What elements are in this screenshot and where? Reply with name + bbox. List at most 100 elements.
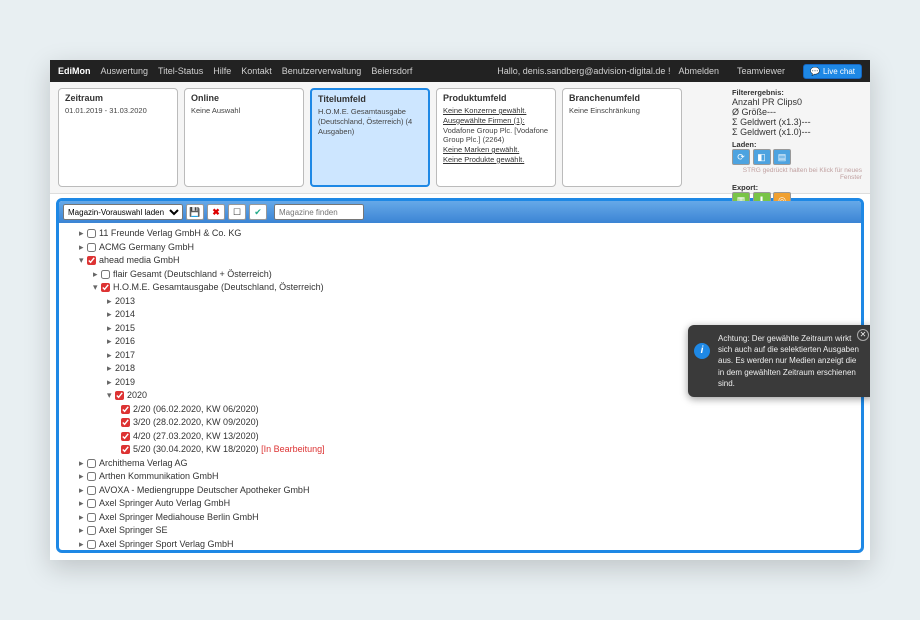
add-icon[interactable]: ✔ — [249, 204, 267, 220]
expand-closed-icon[interactable]: ▸ — [107, 376, 115, 390]
expand-closed-icon[interactable]: ▸ — [93, 268, 101, 282]
tree-checkbox[interactable] — [121, 432, 130, 441]
tree-year[interactable]: ▾ 2020 2/20 (06.02.2020, KW 06/2020)3/20 (… — [107, 389, 855, 457]
tree-checkbox[interactable] — [87, 243, 96, 252]
stat-0-label: Anzahl PR Clips — [732, 97, 797, 107]
preset-select[interactable]: Magazin-Vorauswahl laden — [63, 204, 183, 220]
tree-issue[interactable]: 4/20 (27.03.2020, KW 13/2020) — [121, 430, 855, 444]
tree-publisher[interactable]: ▸ Axel Springer SE — [79, 524, 855, 538]
expand-closed-icon[interactable]: ▸ — [107, 322, 115, 336]
tree-label: Axel Springer SE — [99, 525, 168, 535]
tree-magazine[interactable]: ▸ flair Gesamt (Deutschland + Österreich) — [93, 268, 855, 282]
expand-closed-icon[interactable]: ▸ — [107, 308, 115, 322]
tree-checkbox[interactable] — [87, 526, 96, 535]
prod-line-0[interactable]: Keine Konzerne gewählt. — [443, 106, 526, 115]
logout-link[interactable]: Abmelden — [678, 66, 719, 76]
nav-auswertung[interactable]: Auswertung — [101, 66, 149, 76]
tree-checkbox[interactable] — [121, 418, 130, 427]
filter-branchenumfeld[interactable]: Branchenumfeld Keine Einschränkung — [562, 88, 682, 187]
expand-closed-icon[interactable]: ▸ — [79, 524, 87, 538]
live-chat-button[interactable]: Live chat — [803, 64, 862, 79]
tree-checkbox[interactable] — [87, 472, 96, 481]
tree-checkbox[interactable] — [121, 445, 130, 454]
filter-titelumfeld-content: H.O.M.E. Gesamtausgabe (Deutschland, Öst… — [318, 107, 422, 136]
topbar: EdiMon Auswertung Titel-Status Hilfe Kon… — [50, 60, 870, 82]
prod-line-1[interactable]: Ausgewählte Firmen (1): — [443, 116, 525, 125]
tree-label: 11 Freunde Verlag GmbH & Co. KG — [99, 228, 241, 238]
expand-closed-icon[interactable]: ▸ — [79, 241, 87, 255]
expand-closed-icon[interactable]: ▸ — [107, 349, 115, 363]
tree-checkbox[interactable] — [87, 459, 96, 468]
tree-checkbox[interactable] — [115, 391, 124, 400]
clear-icon[interactable]: ☐ — [228, 204, 246, 220]
tree-checkbox[interactable] — [87, 256, 96, 265]
tree-publisher[interactable]: ▸Axel Springer Sport Verlag GmbH — [79, 538, 855, 551]
nav-hilfe[interactable]: Hilfe — [213, 66, 231, 76]
delete-icon[interactable]: ✖ — [207, 204, 225, 220]
expand-closed-icon[interactable]: ▸ — [107, 295, 115, 309]
expand-closed-icon[interactable]: ▸ — [107, 362, 115, 376]
tree-checkbox[interactable] — [101, 270, 110, 279]
filter-branchenumfeld-title: Branchenumfeld — [569, 93, 675, 103]
tree-publisher[interactable]: ▸AVOXA - Mediengruppe Deutscher Apotheke… — [79, 484, 855, 498]
filter-online[interactable]: Online Keine Auswahl — [184, 88, 304, 187]
tree-publisher[interactable]: ▸Arthen Kommunikation GmbH — [79, 470, 855, 484]
nav-kontakt[interactable]: Kontakt — [241, 66, 272, 76]
filter-online-title: Online — [191, 93, 297, 103]
tree-issue[interactable]: 5/20 (30.04.2020, KW 18/2020) [In Bearbe… — [121, 443, 855, 457]
expand-closed-icon[interactable]: ▸ — [79, 497, 87, 511]
tree-publisher[interactable]: ▸Archithema Verlag AG — [79, 457, 855, 471]
nav-titel-status[interactable]: Titel-Status — [158, 66, 203, 76]
tree-label: 2020 — [127, 390, 147, 400]
save-icon[interactable]: 💾 — [186, 204, 204, 220]
expand-closed-icon[interactable]: ▸ — [79, 511, 87, 525]
expand-open-icon[interactable]: ▾ — [93, 281, 101, 295]
filter-produktumfeld[interactable]: Produktumfeld Keine Konzerne gewählt. Au… — [436, 88, 556, 187]
expand-closed-icon[interactable]: ▸ — [79, 470, 87, 484]
expand-closed-icon[interactable]: ▸ — [79, 538, 87, 551]
teamviewer-link[interactable]: Teamviewer — [737, 66, 785, 76]
tree-checkbox[interactable] — [87, 540, 96, 549]
tree-checkbox[interactable] — [101, 283, 110, 292]
filter-branchenumfeld-content: Keine Einschränkung — [569, 106, 675, 116]
brand: EdiMon — [58, 66, 91, 76]
prod-line-4[interactable]: Keine Produkte gewählt. — [443, 155, 524, 164]
nav-benutzerverwaltung[interactable]: Benutzerverwaltung — [282, 66, 362, 76]
expand-closed-icon[interactable]: ▸ — [79, 484, 87, 498]
search-input[interactable] — [274, 204, 364, 220]
tree-checkbox[interactable] — [87, 513, 96, 522]
tree-label: flair Gesamt (Deutschland + Österreich) — [113, 269, 272, 279]
tree-publisher[interactable]: ▸ACMG Germany GmbH — [79, 241, 855, 255]
nav-beiersdorf[interactable]: Beiersdorf — [371, 66, 412, 76]
popup-close-icon[interactable]: ✕ — [857, 329, 869, 341]
stat-2-value: --- — [802, 117, 811, 127]
filterergebnis-title: Filterergebnis: — [732, 88, 862, 97]
stat-3-label: Σ Geldwert (x1.0) — [732, 127, 802, 137]
laden-icon-3[interactable]: ▤ — [773, 149, 791, 165]
issue-note: [In Bearbeitung] — [261, 444, 325, 454]
tree-publisher[interactable]: ▸Axel Springer Mediahouse Berlin GmbH — [79, 511, 855, 525]
expand-closed-icon[interactable]: ▸ — [79, 457, 87, 471]
expand-closed-icon[interactable]: ▸ — [79, 227, 87, 241]
tree-checkbox[interactable] — [87, 229, 96, 238]
tree-issue[interactable]: 2/20 (06.02.2020, KW 06/2020) — [121, 403, 855, 417]
filter-titelumfeld[interactable]: Titelumfeld H.O.M.E. Gesamtausgabe (Deut… — [310, 88, 430, 187]
laden-icon-1[interactable]: ⟳ — [732, 149, 750, 165]
tree-label: H.O.M.E. Gesamtausgabe (Deutschland, Öst… — [113, 282, 324, 292]
tree-checkbox[interactable] — [87, 486, 96, 495]
tree-publisher[interactable]: ▸Axel Springer Auto Verlag GmbH — [79, 497, 855, 511]
tree-checkbox[interactable] — [87, 499, 96, 508]
laden-icon-2[interactable]: ◧ — [753, 149, 771, 165]
prod-line-2: Vodafone Group Plc. [Vodafone Group Plc.… — [443, 126, 548, 145]
tree-checkbox[interactable] — [121, 405, 130, 414]
tree-year[interactable]: ▸2014 — [107, 308, 855, 322]
tree-publisher[interactable]: ▸ 11 Freunde Verlag GmbH & Co. KG — [79, 227, 855, 241]
expand-open-icon[interactable]: ▾ — [107, 389, 115, 403]
prod-line-3[interactable]: Keine Marken gewählt. — [443, 145, 519, 154]
expand-open-icon[interactable]: ▾ — [79, 254, 87, 268]
tree-label: 2015 — [115, 323, 135, 333]
tree-issue[interactable]: 3/20 (28.02.2020, KW 09/2020) — [121, 416, 855, 430]
filter-zeitraum[interactable]: Zeitraum 01.01.2019 - 31.03.2020 — [58, 88, 178, 187]
expand-closed-icon[interactable]: ▸ — [107, 335, 115, 349]
tree-year[interactable]: ▸2013 — [107, 295, 855, 309]
